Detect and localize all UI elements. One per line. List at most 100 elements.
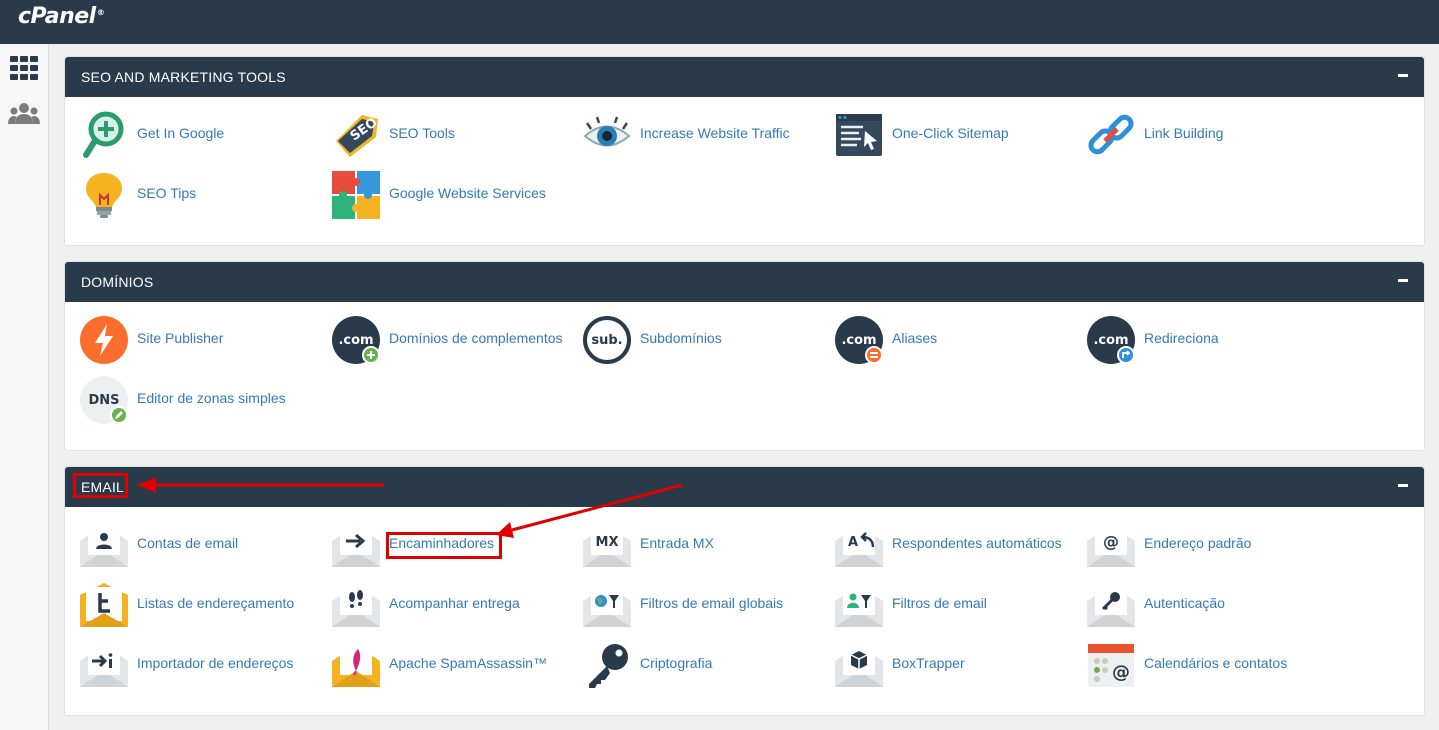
- collapse-icon[interactable]: [1398, 484, 1408, 487]
- item-label: Redireciona: [1144, 330, 1219, 346]
- item-label: Link Building: [1144, 125, 1224, 141]
- envelope-mx-icon: MX: [583, 521, 631, 569]
- icon-text: .com: [338, 333, 373, 348]
- item-label: Increase Website Traffic: [640, 125, 790, 141]
- top-bar: cPanel®: [0, 0, 1439, 44]
- item-label: Aliases: [892, 330, 938, 346]
- logo-text: cPanel: [18, 4, 96, 29]
- item-label: Listas de endereçamento: [137, 595, 295, 611]
- seo-item-get-in-google[interactable]: Get In Google: [80, 110, 332, 160]
- item-label: Filtros de email: [892, 595, 987, 611]
- key-icon: [583, 641, 631, 689]
- mailing-list-icon: [80, 581, 128, 629]
- sidebar: [0, 44, 49, 730]
- email-title-highlight: [73, 473, 128, 498]
- icon-text: .com: [841, 333, 876, 348]
- envelope-feather-icon: [332, 641, 380, 689]
- envelope-reply-icon: A: [835, 521, 883, 569]
- item-label: Editor de zonas simples: [137, 390, 286, 406]
- apps-grid-icon[interactable]: [8, 54, 40, 86]
- seo-item-seo-tools[interactable]: SEO SEO Tools: [332, 110, 584, 160]
- cpanel-logo[interactable]: cPanel®: [18, 4, 105, 29]
- item-label: Domínios de complementos: [389, 330, 563, 346]
- email-item-accounts[interactable]: Contas de email: [80, 520, 332, 570]
- envelope-globe-filter-icon: [583, 581, 631, 629]
- dotcom-add-icon: .com: [332, 316, 380, 364]
- seo-item-sitemap[interactable]: One-Click Sitemap: [835, 110, 1087, 160]
- lightning-icon: [80, 316, 128, 364]
- dotcom-alias-icon: .com: [835, 316, 883, 364]
- item-label: Get In Google: [137, 125, 225, 141]
- email-item-encryption[interactable]: Criptografia: [583, 640, 835, 690]
- seo-tag-icon: SEO: [332, 111, 380, 159]
- icon-text: DNS: [88, 393, 119, 408]
- section-header[interactable]: DOMÍNIOS: [65, 262, 1424, 302]
- sub-domain-icon: sub.: [583, 316, 631, 364]
- email-item-mx[interactable]: MX Entrada MX: [583, 520, 835, 570]
- domain-item-site-publisher[interactable]: Site Publisher: [80, 315, 332, 365]
- item-label: Contas de email: [137, 535, 239, 551]
- envelope-import-icon: [80, 641, 128, 689]
- users-icon[interactable]: [8, 99, 40, 131]
- calendar-contacts-icon: @: [1087, 641, 1135, 689]
- envelope-key-icon: [1087, 581, 1135, 629]
- email-item-authentication[interactable]: Autenticação: [1087, 580, 1339, 630]
- icon-text: sub.: [591, 333, 622, 348]
- item-label: Autenticação: [1144, 595, 1225, 611]
- icon-text: A: [848, 535, 858, 550]
- item-label: Acompanhar entrega: [389, 595, 520, 611]
- item-label: BoxTrapper: [892, 655, 965, 671]
- item-label: Subdomínios: [640, 330, 722, 346]
- section-header[interactable]: SEO AND MARKETING TOOLS: [65, 57, 1424, 97]
- section-title: DOMÍNIOS: [81, 274, 154, 290]
- item-label: Calendários e contatos: [1144, 655, 1288, 671]
- collapse-icon[interactable]: [1398, 279, 1408, 282]
- email-item-global-filters[interactable]: Filtros de email globais: [583, 580, 835, 630]
- seo-item-link-building[interactable]: Link Building: [1087, 110, 1339, 160]
- item-label: Importador de endereços: [137, 655, 294, 671]
- envelope-user-filter-icon: [835, 581, 883, 629]
- lightbulb-icon: [80, 171, 128, 219]
- email-item-mailing-lists[interactable]: Listas de endereçamento: [80, 580, 332, 630]
- eye-icon: [583, 111, 631, 159]
- item-label: Filtros de email globais: [640, 595, 784, 611]
- item-label: One-Click Sitemap: [892, 125, 1009, 141]
- email-item-track-delivery[interactable]: Acompanhar entrega: [332, 580, 584, 630]
- email-item-autoresponders[interactable]: A Respondentes automáticos: [835, 520, 1087, 570]
- domain-item-subdomains[interactable]: sub. Subdomínios: [583, 315, 835, 365]
- domain-item-zone-editor[interactable]: DNS Editor de zonas simples: [80, 375, 332, 425]
- domain-item-aliases[interactable]: .com Aliases: [835, 315, 1087, 365]
- email-item-address-importer[interactable]: Importador de endereços: [80, 640, 332, 690]
- icon-text: .com: [1093, 333, 1128, 348]
- item-label: Criptografia: [640, 655, 713, 671]
- seo-item-increase-traffic[interactable]: Increase Website Traffic: [583, 110, 835, 160]
- envelope-user-icon: [80, 521, 128, 569]
- collapse-icon[interactable]: [1398, 74, 1408, 77]
- item-label: Entrada MX: [640, 535, 714, 551]
- section-title: SEO AND MARKETING TOOLS: [81, 69, 286, 85]
- seo-section: SEO AND MARKETING TOOLS Get In Google SE…: [64, 56, 1425, 246]
- logo-mark: ®: [96, 7, 105, 17]
- domains-section: DOMÍNIOS Site Publisher .com Domínios de…: [64, 261, 1425, 451]
- item-label: SEO Tips: [137, 185, 197, 201]
- forwarders-highlight: [386, 532, 502, 559]
- seo-item-seo-tips[interactable]: SEO Tips: [80, 170, 332, 220]
- email-item-boxtrapper[interactable]: BoxTrapper: [835, 640, 1087, 690]
- item-label: Apache SpamAssassin™: [389, 655, 547, 671]
- item-label: SEO Tools: [389, 125, 455, 141]
- email-item-filters[interactable]: Filtros de email: [835, 580, 1087, 630]
- icon-text: MX: [596, 535, 619, 550]
- domain-item-redirects[interactable]: .com Redireciona: [1087, 315, 1339, 365]
- seo-item-google-services[interactable]: Google Website Services: [332, 170, 584, 220]
- domain-item-addon[interactable]: .com Domínios de complementos: [332, 315, 584, 365]
- puzzle-icon: [332, 171, 380, 219]
- envelope-arrow-icon: [332, 521, 380, 569]
- chain-link-icon: [1087, 111, 1135, 159]
- envelope-box-icon: [835, 641, 883, 689]
- email-item-spamassassin[interactable]: Apache SpamAssassin™: [332, 640, 584, 690]
- email-item-default-address[interactable]: @ Endereço padrão: [1087, 520, 1339, 570]
- email-item-calendars[interactable]: @ Calendários e contatos: [1087, 640, 1339, 690]
- item-label: Google Website Services: [389, 185, 546, 201]
- section-header[interactable]: EMAIL: [65, 467, 1424, 507]
- icon-text: @: [1112, 662, 1130, 683]
